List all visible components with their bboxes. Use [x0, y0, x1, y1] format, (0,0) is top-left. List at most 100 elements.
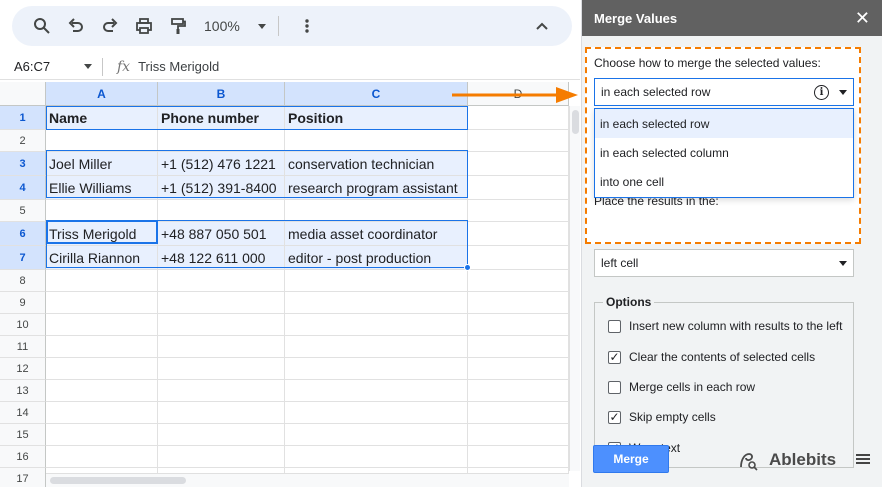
row-header[interactable]: 3	[0, 152, 46, 176]
info-icon[interactable]: i	[814, 84, 829, 100]
table-cell[interactable]	[158, 402, 285, 424]
checkbox[interactable]: ✓	[608, 350, 621, 364]
table-cell[interactable]: conservation technician	[285, 152, 468, 176]
table-cell[interactable]	[158, 336, 285, 358]
redo-icon[interactable]	[94, 10, 126, 42]
row-header[interactable]: 6	[0, 222, 46, 246]
table-cell[interactable]	[46, 130, 158, 152]
merge-option-one-cell[interactable]: into one cell	[595, 167, 853, 196]
table-cell[interactable]	[46, 358, 158, 380]
row-header[interactable]: 10	[0, 314, 46, 336]
horizontal-scrollbar-thumb[interactable]	[50, 477, 186, 484]
checkbox[interactable]: ✓	[608, 410, 621, 424]
column-header-b[interactable]: B	[158, 82, 285, 106]
table-cell[interactable]	[468, 200, 569, 222]
table-cell[interactable]: Phone number	[158, 106, 285, 130]
close-icon[interactable]: ✕	[855, 8, 870, 29]
table-cell[interactable]	[46, 314, 158, 336]
vertical-scrollbar-thumb[interactable]	[572, 110, 579, 134]
table-cell[interactable]	[468, 176, 569, 200]
search-icon[interactable]	[26, 10, 58, 42]
table-cell[interactable]	[468, 446, 569, 468]
table-cell[interactable]	[158, 314, 285, 336]
table-cell[interactable]	[46, 380, 158, 402]
table-cell[interactable]	[468, 358, 569, 380]
fill-handle[interactable]	[464, 264, 471, 271]
table-cell[interactable]	[468, 380, 569, 402]
name-box[interactable]: A6:C7	[0, 54, 102, 80]
undo-icon[interactable]	[60, 10, 92, 42]
row-header[interactable]: 5	[0, 200, 46, 222]
row-header[interactable]: 12	[0, 358, 46, 380]
merge-button[interactable]: Merge	[593, 445, 669, 473]
row-header[interactable]: 17	[0, 468, 46, 487]
table-cell[interactable]	[46, 270, 158, 292]
place-results-select[interactable]: left cell	[594, 249, 854, 277]
zoom-select[interactable]: 100%	[204, 18, 266, 34]
option-insert-column[interactable]: Insert new column with results to the le…	[608, 319, 842, 333]
table-cell[interactable]	[158, 424, 285, 446]
merge-option-row[interactable]: in each selected row	[595, 109, 853, 138]
table-cell[interactable]	[285, 424, 468, 446]
table-cell[interactable]: Joel Miller	[46, 152, 158, 176]
table-cell[interactable]	[468, 336, 569, 358]
row-header[interactable]: 1	[0, 106, 46, 130]
table-cell[interactable]	[46, 402, 158, 424]
table-cell[interactable]	[285, 380, 468, 402]
table-cell[interactable]: Triss Merigold	[46, 222, 158, 246]
table-cell[interactable]: editor - post production	[285, 246, 468, 270]
checkbox[interactable]	[608, 319, 621, 333]
vertical-scrollbar[interactable]	[569, 106, 580, 471]
table-cell[interactable]	[158, 130, 285, 152]
table-cell[interactable]	[46, 292, 158, 314]
option-merge-cells[interactable]: Merge cells in each row	[608, 380, 755, 394]
table-cell[interactable]	[158, 446, 285, 468]
row-header[interactable]: 7	[0, 246, 46, 270]
formula-input[interactable]: Triss Merigold	[138, 59, 219, 74]
table-cell[interactable]	[285, 314, 468, 336]
column-header-c[interactable]: C	[285, 82, 468, 106]
row-header[interactable]: 14	[0, 402, 46, 424]
table-cell[interactable]	[158, 292, 285, 314]
horizontal-scrollbar[interactable]	[46, 473, 569, 487]
table-cell[interactable]	[468, 222, 569, 246]
checkbox[interactable]	[608, 380, 621, 394]
table-cell[interactable]: media asset coordinator	[285, 222, 468, 246]
table-cell[interactable]	[46, 446, 158, 468]
table-cell[interactable]	[158, 380, 285, 402]
option-skip-empty[interactable]: ✓ Skip empty cells	[608, 410, 716, 424]
table-cell[interactable]: +48 887 050 501	[158, 222, 285, 246]
table-cell[interactable]	[158, 358, 285, 380]
table-cell[interactable]: Cirilla Riannon	[46, 246, 158, 270]
table-cell[interactable]	[468, 270, 569, 292]
table-cell[interactable]	[468, 424, 569, 446]
table-cell[interactable]	[46, 200, 158, 222]
paint-format-icon[interactable]	[162, 10, 194, 42]
more-icon[interactable]	[291, 10, 323, 42]
table-cell[interactable]	[468, 402, 569, 424]
row-header[interactable]: 13	[0, 380, 46, 402]
column-header-a[interactable]: A	[46, 82, 158, 106]
row-header[interactable]: 11	[0, 336, 46, 358]
table-cell[interactable]	[468, 314, 569, 336]
table-cell[interactable]	[46, 336, 158, 358]
table-cell[interactable]	[468, 246, 569, 270]
chevron-up-icon[interactable]	[526, 10, 558, 42]
option-clear-contents[interactable]: ✓ Clear the contents of selected cells	[608, 350, 815, 364]
table-cell[interactable]	[468, 130, 569, 152]
table-cell[interactable]: research program assistant	[285, 176, 468, 200]
table-cell[interactable]	[468, 292, 569, 314]
merge-option-column[interactable]: in each selected column	[595, 138, 853, 167]
menu-icon[interactable]	[856, 452, 870, 466]
table-cell[interactable]: +48 122 611 000	[158, 246, 285, 270]
select-all-corner[interactable]	[0, 82, 46, 106]
row-header[interactable]: 2	[0, 130, 46, 152]
table-cell[interactable]	[285, 130, 468, 152]
table-cell[interactable]: Name	[46, 106, 158, 130]
table-cell[interactable]	[285, 270, 468, 292]
table-cell[interactable]	[158, 200, 285, 222]
row-header[interactable]: 4	[0, 176, 46, 200]
row-header[interactable]: 15	[0, 424, 46, 446]
table-cell[interactable]	[285, 200, 468, 222]
table-cell[interactable]	[46, 424, 158, 446]
